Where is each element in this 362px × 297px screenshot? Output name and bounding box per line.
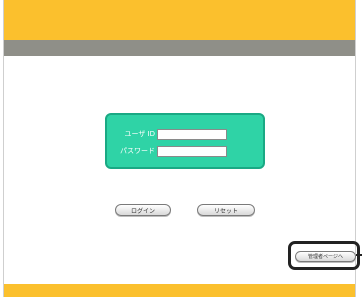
password-input[interactable] xyxy=(157,145,227,157)
reset-button[interactable]: リセット xyxy=(197,204,255,216)
login-page: ユーザ ID パスワード ログイン リセット 管理者ページへ xyxy=(3,0,360,297)
login-panel: ユーザ ID パスワード xyxy=(105,113,265,169)
login-button[interactable]: ログイン xyxy=(115,204,171,216)
footer-bar xyxy=(4,284,355,297)
header-bar xyxy=(4,0,355,40)
header-subbar xyxy=(4,40,355,56)
user-id-row: ユーザ ID xyxy=(113,127,227,141)
password-label: パスワード xyxy=(120,147,155,155)
user-id-input[interactable] xyxy=(157,128,227,140)
user-id-label: ユーザ ID xyxy=(124,130,155,138)
admin-page-button[interactable]: 管理者ページへ xyxy=(295,251,356,262)
callout-pointer-line xyxy=(356,254,362,256)
password-row: パスワード xyxy=(113,144,227,158)
